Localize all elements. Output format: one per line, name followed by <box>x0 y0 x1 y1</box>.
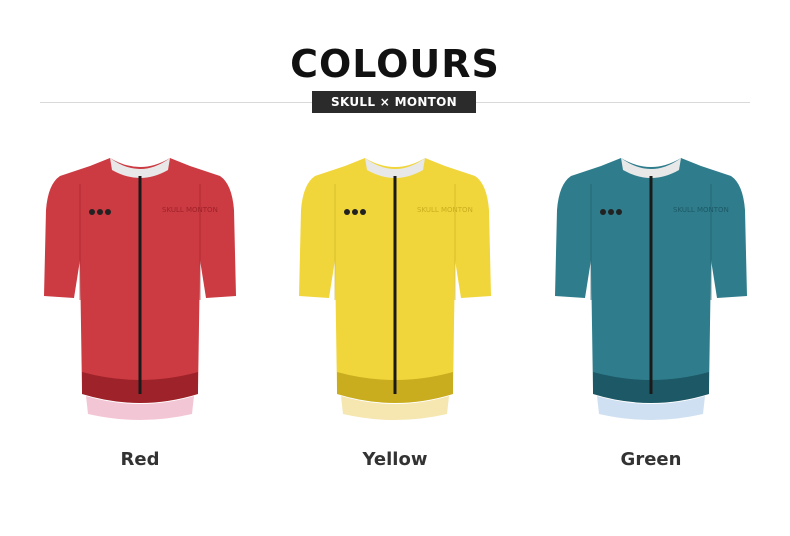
jersey-svg: SKULL MONTON <box>44 158 236 420</box>
jersey-dot <box>360 209 366 215</box>
jersey-logo-text: SKULL MONTON <box>673 206 729 214</box>
jersey-dot <box>89 209 95 215</box>
jersey-dot <box>97 209 103 215</box>
colour-label-yellow: Yellow <box>362 449 428 470</box>
colour-label-red: Red <box>120 449 160 470</box>
jersey-dot <box>105 209 111 215</box>
jersey-dot <box>352 209 358 215</box>
jersey-logo-text: SKULL MONTON <box>162 206 218 214</box>
colour-label-green: Green <box>620 449 682 470</box>
page-title: COLOURS <box>290 42 500 86</box>
collab-badge: SKULL × MONTON <box>312 91 476 113</box>
jersey-logo-text: SKULL MONTON <box>417 206 473 214</box>
jersey-yellow-image[interactable]: SKULL MONTON <box>295 150 495 430</box>
jersey-svg: SKULL MONTON <box>299 158 491 420</box>
jersey-green-image[interactable]: SKULL MONTON <box>551 150 751 430</box>
jersey-dot <box>608 209 614 215</box>
jersey-dot <box>344 209 350 215</box>
jersey-red-image[interactable]: SKULL MONTON <box>40 150 240 430</box>
jersey-dot <box>600 209 606 215</box>
jersey-svg: SKULL MONTON <box>555 158 747 420</box>
jersey-dot <box>616 209 622 215</box>
